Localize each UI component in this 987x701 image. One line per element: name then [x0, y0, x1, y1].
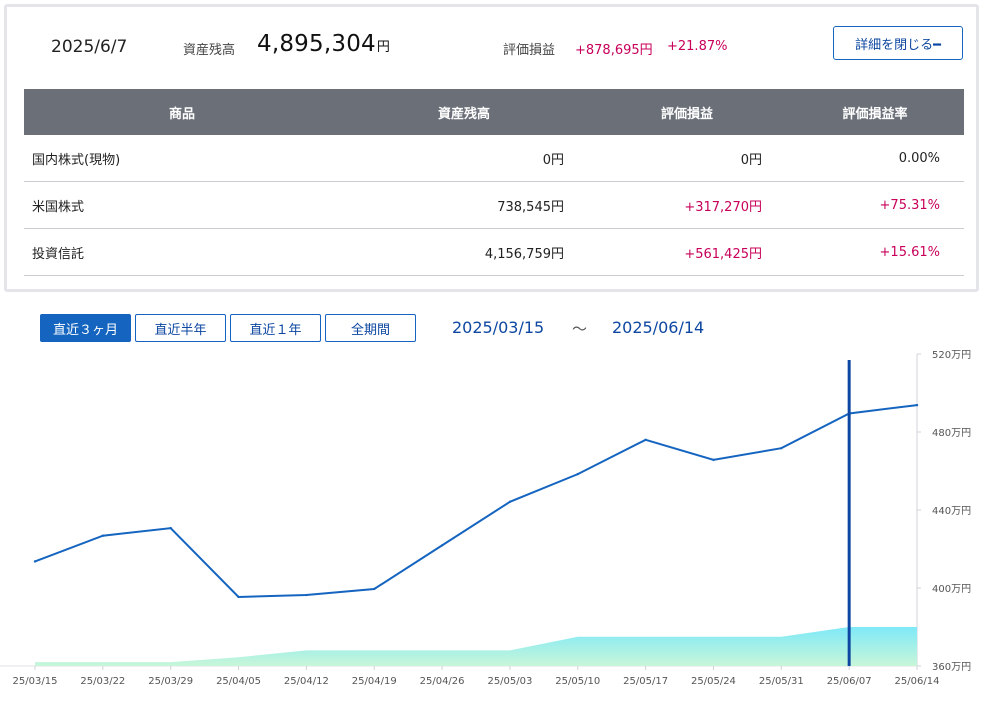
balance-label: 資産残高	[183, 43, 236, 58]
data-point	[576, 472, 579, 476]
row-balance: 738,545円	[340, 181, 588, 229]
range-end-date: 2025/06/14	[612, 318, 705, 337]
summary-date: 2025/6/7	[51, 37, 128, 57]
header-profit-loss: 評価損益	[588, 89, 786, 135]
row-profit-loss: +317,270円	[588, 181, 786, 229]
row-profit-loss: 0円	[588, 135, 786, 182]
row-product-name: 投資信託	[24, 228, 340, 276]
header-balance: 資産残高	[340, 89, 588, 135]
x-tick-label: 25/03/15	[13, 676, 58, 687]
row-product-name: 米国株式	[24, 181, 340, 229]
table-header-row: 商品 資産残高 評価損益 評価損益率	[24, 89, 964, 135]
period-1-year-button[interactable]: 直近１年	[230, 314, 321, 342]
asset-balance-line	[34, 404, 918, 598]
x-tick-label: 25/05/03	[487, 676, 532, 687]
close-details-button[interactable]: 詳細を閉じる━	[833, 26, 963, 60]
x-tick-label: 25/05/17	[623, 676, 668, 687]
y-tick-label: 360万円	[932, 662, 971, 673]
data-point	[169, 526, 172, 530]
y-tick-label: 480万円	[932, 428, 971, 439]
asset-summary-card: 2025/6/7 資産残高 4,895,304円 評価損益 +878,695円 …	[4, 4, 979, 292]
period-3-months-button[interactable]: 直近３ヶ月	[40, 314, 131, 342]
y-tick-label: 520万円	[932, 350, 971, 361]
holdings-table: 商品 資産残高 評価損益 評価損益率 国内株式(現物) 0円 0円 0.00% …	[24, 89, 964, 276]
data-point	[33, 560, 37, 563]
profit-loss-rate: +21.87%	[667, 39, 728, 54]
range-separator: ～	[572, 320, 588, 338]
table-row: 国内株式(現物) 0円 0円 0.00%	[24, 135, 964, 182]
data-point	[373, 587, 376, 591]
data-point	[712, 458, 715, 462]
profit-loss-value: +878,695円	[575, 43, 653, 58]
row-product-name: 国内株式(現物)	[24, 135, 340, 182]
row-balance: 4,156,759円	[340, 228, 588, 276]
x-tick-label: 25/06/14	[895, 676, 940, 687]
period-6-months-button[interactable]: 直近半年	[135, 314, 226, 342]
cost-basis-area	[35, 627, 917, 666]
x-tick-label: 25/05/31	[759, 676, 804, 687]
x-tick-label: 25/05/10	[555, 676, 600, 687]
header-product: 商品	[24, 89, 340, 135]
x-tick-label: 25/06/07	[827, 676, 872, 687]
x-tick-label: 25/05/24	[691, 676, 736, 687]
x-tick-label: 25/04/05	[216, 676, 261, 687]
row-profit-loss-rate: 0.00%	[786, 135, 964, 182]
data-point	[644, 438, 647, 441]
row-profit-loss-rate: +15.61%	[786, 228, 964, 276]
range-start-date: 2025/03/15	[452, 318, 545, 337]
x-tick-label: 25/03/22	[80, 676, 125, 687]
data-point	[101, 534, 105, 537]
y-tick-label: 440万円	[932, 506, 971, 517]
period-all-button[interactable]: 全期間	[325, 314, 416, 342]
table-row: 米国株式 738,545円 +317,270円 +75.31%	[24, 181, 964, 229]
balance-unit: 円	[376, 40, 391, 55]
data-point	[305, 593, 308, 597]
header-profit-loss-rate: 評価損益率	[786, 89, 964, 135]
data-point	[237, 595, 240, 599]
row-profit-loss-rate: +75.31%	[786, 181, 964, 229]
data-point	[915, 403, 919, 407]
x-tick-label: 25/03/29	[148, 676, 193, 687]
row-profit-loss: +561,425円	[588, 228, 786, 276]
profit-loss-label: 評価損益	[503, 43, 556, 58]
x-tick-label: 25/04/12	[284, 676, 329, 687]
table-row: 投資信託 4,156,759円 +561,425円 +15.61%	[24, 228, 964, 276]
x-tick-label: 25/04/19	[352, 676, 397, 687]
balance-amount: 4,895,304	[257, 31, 376, 57]
balance-value: 4,895,304円	[257, 31, 390, 57]
x-tick-label: 25/04/26	[420, 676, 465, 687]
row-balance: 0円	[340, 135, 588, 182]
y-tick-label: 400万円	[932, 584, 971, 595]
data-point	[780, 446, 783, 450]
data-point	[440, 544, 444, 547]
data-point	[508, 500, 512, 504]
asset-chart[interactable]: 520万円 480万円 440万円 400万円 360万円 25/03/15 25/03/2…	[0, 346, 987, 701]
